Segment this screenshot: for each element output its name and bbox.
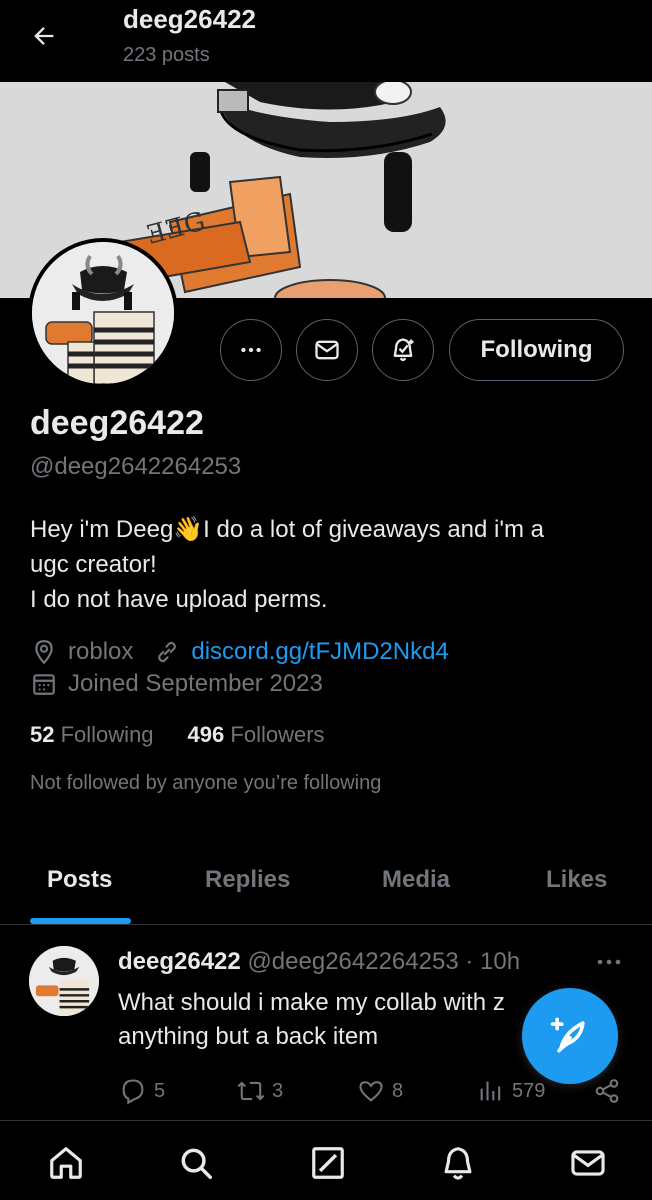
meta-joined: Joined September 2023: [30, 670, 323, 698]
message-button[interactable]: [296, 319, 358, 381]
views-count: 579: [512, 1079, 546, 1102]
post-avatar-artwork: [29, 946, 99, 1016]
search-icon: [181, 1148, 212, 1179]
tab-replies[interactable]: Replies: [205, 866, 290, 894]
top-bar: deeg26422 223 posts: [0, 0, 652, 80]
display-name: deeg26422: [30, 404, 204, 442]
link-icon: [153, 638, 181, 666]
nav-search[interactable]: [176, 1143, 216, 1183]
followers-stat[interactable]: 496 Followers: [188, 722, 325, 748]
bio: Hey i'm Deeg👋I do a lot of giveaways and…: [30, 512, 630, 617]
repost-count: 3: [272, 1079, 284, 1102]
post-text: What should i make my collab with z anyt…: [118, 986, 538, 1054]
bio-line: I do not have upload perms.: [30, 586, 328, 613]
more-horizontal-icon: [241, 347, 261, 353]
share-action[interactable]: [592, 1076, 628, 1106]
meta-location-link: roblox discord.gg/tFJMD2Nkd4: [30, 638, 449, 666]
website-link[interactable]: discord.gg/tFJMD2Nkd4: [191, 638, 448, 666]
profile-tabs: Posts Replies Media Likes: [0, 852, 652, 925]
more-horizontal-icon: [597, 959, 621, 965]
bio-line: ugc creator!: [30, 551, 157, 578]
handle: @deeg2642264253: [30, 453, 242, 480]
nav-messages[interactable]: [568, 1143, 608, 1183]
following-stat[interactable]: 52 Following: [30, 722, 154, 748]
location-pin-icon: [30, 638, 58, 666]
compose-feather-icon: [550, 1017, 585, 1053]
nav-grok[interactable]: [308, 1143, 348, 1183]
tab-media[interactable]: Media: [382, 866, 450, 894]
profile-avatar[interactable]: [28, 238, 178, 388]
reply-action[interactable]: 5: [118, 1076, 165, 1106]
views-action[interactable]: 579: [476, 1076, 545, 1106]
post-header: deeg26422 @deeg2642264253 · 10h: [118, 948, 520, 976]
header-post-count: 223 posts: [123, 44, 210, 66]
grok-icon: [312, 1147, 344, 1179]
reply-icon: [118, 1076, 148, 1106]
like-count: 8: [392, 1079, 404, 1102]
nav-home[interactable]: [46, 1143, 86, 1183]
home-icon: [50, 1147, 82, 1179]
nav-notifications[interactable]: [438, 1143, 478, 1183]
follow-stats: 52 Following 496 Followers: [30, 722, 359, 748]
bottom-navigation: [0, 1120, 652, 1200]
envelope-icon: [315, 340, 339, 360]
post-more-button[interactable]: [594, 950, 624, 974]
repost-icon: [236, 1076, 266, 1106]
post-avatar[interactable]: [29, 946, 99, 1016]
post-text-line: anything but a back item: [118, 1023, 379, 1050]
arrow-left-icon: [34, 27, 54, 45]
post-author[interactable]: deeg26422: [118, 948, 241, 975]
active-tab-indicator: [30, 918, 131, 924]
envelope-icon: [571, 1150, 605, 1176]
share-icon: [592, 1076, 622, 1106]
calendar-icon: [30, 670, 58, 698]
location-text: roblox: [68, 638, 134, 665]
heart-icon: [356, 1076, 386, 1106]
avatar-artwork: [32, 242, 174, 384]
views-icon: [476, 1076, 506, 1106]
reply-count: 5: [154, 1079, 166, 1102]
more-options-button[interactable]: [220, 319, 282, 381]
tab-likes[interactable]: Likes: [546, 866, 607, 894]
post-handle-time: @deeg2642264253 · 10h: [247, 948, 521, 975]
bio-line: Hey i'm Deeg👋I do a lot of giveaways and…: [30, 516, 544, 543]
repost-action[interactable]: 3: [236, 1076, 283, 1106]
back-button[interactable]: [26, 18, 62, 54]
post-text-line: What should i make my collab with z: [118, 989, 505, 1016]
joined-text: Joined September 2023: [68, 670, 323, 697]
following-button[interactable]: Following: [449, 319, 624, 381]
bell-icon: [444, 1147, 472, 1180]
compose-button[interactable]: [522, 988, 618, 1084]
like-action[interactable]: 8: [356, 1076, 403, 1106]
header-title: deeg26422: [123, 4, 256, 34]
not-followed-text: Not followed by anyone you’re following: [30, 772, 382, 794]
notify-button[interactable]: [372, 319, 434, 381]
tab-posts[interactable]: Posts: [47, 866, 112, 894]
bell-plus-icon: [393, 338, 414, 362]
